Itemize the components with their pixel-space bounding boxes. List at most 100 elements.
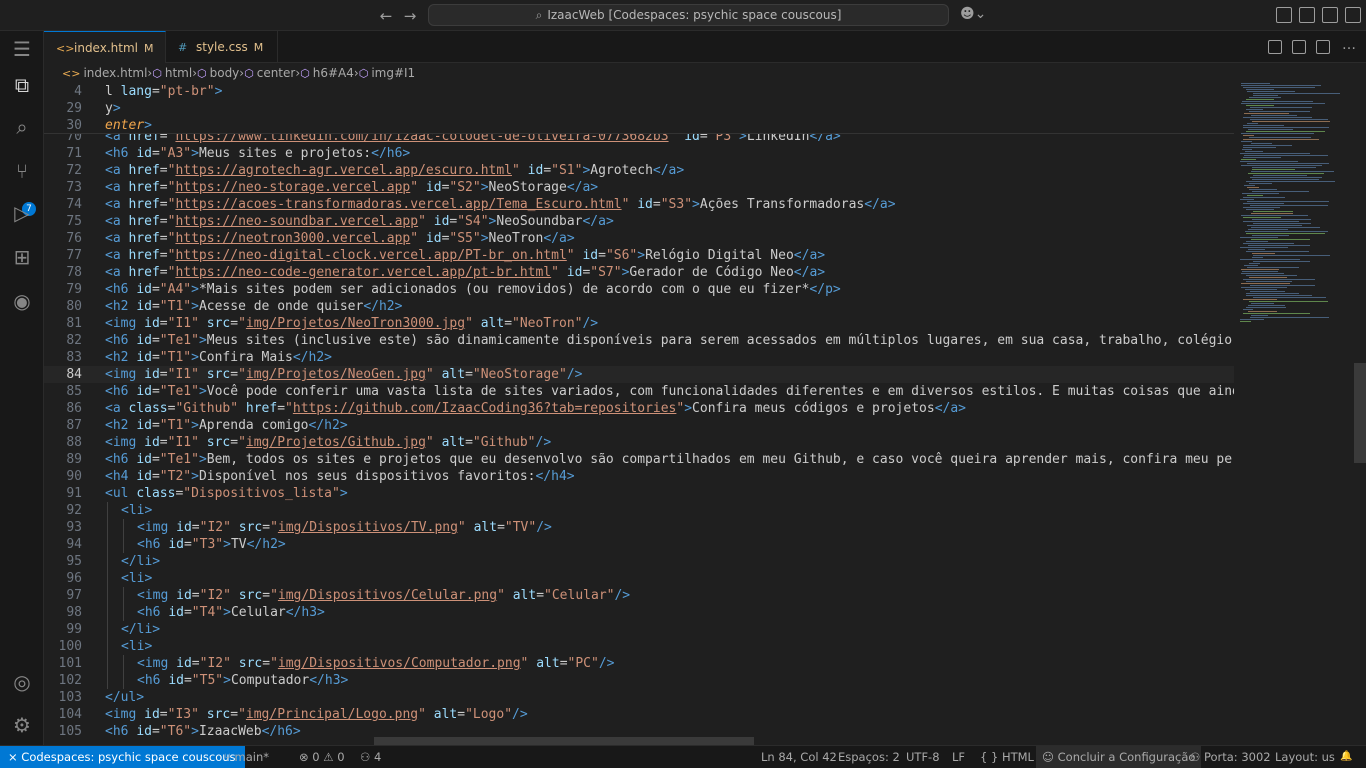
encoding-indicator[interactable]: UTF-8 [906,746,940,768]
breadcrumb-item[interactable]: <> index.html [62,63,147,84]
code-line[interactable]: 74 <a href="https://acoes-transformadoras… [44,196,1234,213]
indentation-indicator[interactable]: Espaços: 2 [838,746,900,768]
menu-icon[interactable]: ☰ [10,37,34,61]
forward-arrow-icon[interactable]: → [400,6,420,26]
breadcrumb-item[interactable]: ⬡ img#I1 [359,63,415,84]
eol-indicator[interactable]: LF [952,746,965,768]
code-line[interactable]: 96 <li> [44,570,1234,587]
minimap[interactable] [1234,83,1354,745]
branch-indicator[interactable]: ⑂ main* [224,746,269,768]
code-text: </li> [121,553,160,570]
code-line[interactable]: 4 l lang="pt-br"> [44,83,1234,100]
command-center-search[interactable]: ⌕ IzaacWeb [Codespaces: psychic space cou… [428,4,949,26]
code-line[interactable]: 89 <h6 id="Te1">Bem, todos os sites e pro… [44,451,1234,468]
code-line[interactable]: 82 <h6 id="Te1">Meus sites (inclusive est… [44,332,1234,349]
code-line[interactable]: 75 <a href= "https://neo-soundbar.vercel.a… [44,213,1234,230]
code-line[interactable]: 98 <h6 id="T4">Celular</h3> [44,604,1234,621]
breadcrumb-item[interactable]: ⬡ h6#A4 [300,63,354,84]
code-line[interactable]: 102 <h6 id="T5">Computador</h3> [44,672,1234,689]
code-line[interactable]: 71 <h6 id="A3">Meus sites e projetos:</h6… [44,145,1234,162]
ports-indicator[interactable]: ⚇ 4 [360,746,381,768]
cursor-position[interactable]: Ln 84, Col 42 [761,746,837,768]
code-line[interactable]: 84 <img id="I1" src="img/Projetos/NeoGen.… [44,366,1234,383]
minimap-line [1248,305,1285,306]
vertical-scrollbar[interactable] [1354,363,1366,463]
minimap-line [1245,231,1328,232]
code-line[interactable]: 77 <a href="https://neo-digital-clock.ver… [44,247,1234,264]
code-line[interactable]: 97 <img id="I2" src="img/Dispositivos/Cel… [44,587,1234,604]
code-line[interactable]: 81 <img id="I1" src="img/Projetos/NeoTron… [44,315,1234,332]
code-line[interactable]: 95 </li> [44,553,1234,570]
code-line[interactable]: 88 <img id="I1" src="img/Projetos/Github.… [44,434,1234,451]
code-line[interactable]: 87 <h2 id="T1">Aprenda comigo</h2> [44,417,1234,434]
customize-layout-icon[interactable] [1276,7,1292,23]
code-line[interactable]: 72 <a href="https://agrotech-agr.vercel.a… [44,162,1234,179]
line-number: 94 [66,537,82,552]
code-line[interactable]: 91 <ul class="Dispositivos_lista"> [44,485,1234,502]
explorer-icon[interactable]: ⧉ [10,73,34,97]
keyboard-layout[interactable]: Layout: us [1275,746,1335,768]
minimap-line [1249,263,1260,264]
tab-index-html[interactable]: <>index.htmlM✕ [44,31,166,89]
copilot-icon[interactable]: ☻⌄ [960,6,986,22]
more-actions-icon[interactable]: … [1342,38,1356,54]
code-line[interactable]: 78 <a href= "https://neo-code-generator.ve… [44,264,1234,281]
search-icon[interactable]: ⌕ [10,115,34,139]
minimap-line [1252,167,1316,168]
code-line[interactable]: 103 </ul> [44,689,1234,706]
language-mode[interactable]: { } HTML [980,746,1034,768]
code-line[interactable]: 85 <h6 id="Te1">Você pode conferir uma va… [44,383,1234,400]
source-control-icon[interactable]: ⑂ [10,159,34,183]
code-line[interactable]: 76 <a href= "https://neotron3000.vercel.ap… [44,230,1234,247]
html-file-icon: <> [62,67,81,80]
code-line[interactable]: 90 <h4 id="T2">Disponível nos seus dispos… [44,468,1234,485]
toggle-panel-icon[interactable] [1322,7,1338,23]
setup-button[interactable]: ☺ Concluir a Configuração [1036,746,1202,768]
horizontal-scrollbar[interactable] [374,737,754,745]
settings-gear-icon[interactable]: ⚙ [10,713,34,737]
code-text: l lang="pt-br"> [105,83,222,100]
toggle-primary-sidebar-icon[interactable] [1299,7,1315,23]
toggle-secondary-sidebar-icon[interactable] [1345,7,1361,23]
code-line[interactable]: 30 enter> [44,117,1234,134]
code-line[interactable]: 86 <a class="Github" href="https://github… [44,400,1234,417]
code-editor[interactable]: 70 <a href="https://www.linkedin.com/in/i… [44,83,1366,745]
code-line[interactable]: 94 <h6 id="T3">TV</h2> [44,536,1234,553]
breadcrumb-item[interactable]: ⬡ body [197,63,239,84]
accounts-icon[interactable]: ◎ [10,670,34,694]
code-line[interactable]: 29 y> [44,100,1234,117]
code-line[interactable]: 104 <img id="I3" src="img/Principal/Logo.… [44,706,1234,723]
code-token: = [151,469,160,484]
breadcrumb-item[interactable]: ⬡ html [152,63,192,84]
back-arrow-icon[interactable]: ← [376,6,396,26]
breadcrumb: <> index.html›⬡ html›⬡ body›⬡ center›⬡ h6#A4›… [44,63,1366,83]
extensions-icon[interactable]: ⊞ [10,245,34,269]
tab-style-css[interactable]: # style.css M [166,31,278,63]
problems-indicator[interactable]: ⊗ 0 ⚠ 0 [299,746,345,768]
run-debug-icon[interactable]: ▷ [10,201,34,225]
sticky-scroll[interactable]: 4l lang="pt-br"> 29 y> 30 enter> [44,83,1234,134]
code-line[interactable]: 99 </li> [44,621,1234,638]
minimap-line [1253,175,1307,176]
code-line[interactable]: 100 <li> [44,638,1234,655]
code-line[interactable]: 80 <h2 id="T1">Acesse de onde quiser</h2> [44,298,1234,315]
code-line[interactable]: 83 <h2 id="T1">Confira Mais</h2> [44,349,1234,366]
code-text: <img id="I1" src="img/Projetos/NeoGen.jp… [105,366,582,383]
code-line[interactable]: 101 <img id="I2" src="img/Dispositivos/Co… [44,655,1234,672]
notifications-bell-icon[interactable]: 🔔 [1340,746,1352,768]
code-line[interactable]: 93 <img id="I2" src="img/Dispositivos/TV.… [44,519,1234,536]
code-line[interactable]: 73 <a href= "https://neo-storage.vercel.ap… [44,179,1234,196]
code-token: <h6 [105,452,137,467]
open-preview-icon[interactable] [1268,40,1282,54]
code-line[interactable]: 92 <li> [44,502,1234,519]
code-line[interactable]: 79 <h6 id="A4">*Mais sites podem ser adic… [44,281,1234,298]
remote-indicator[interactable]: ⨯ Codespaces: psychic space couscous [0,746,245,768]
code-text: <h4 id="T2">Disponível nos seus disposit… [105,468,575,485]
github-icon[interactable]: ◉ [10,289,34,313]
code-token: id [425,180,442,195]
port-indicator[interactable]: ⚇ Porta: 3002 [1190,746,1271,768]
compare-changes-icon[interactable] [1292,40,1306,54]
breadcrumb-item[interactable]: ⬡ center [244,63,295,84]
split-editor-icon[interactable] [1316,40,1330,54]
